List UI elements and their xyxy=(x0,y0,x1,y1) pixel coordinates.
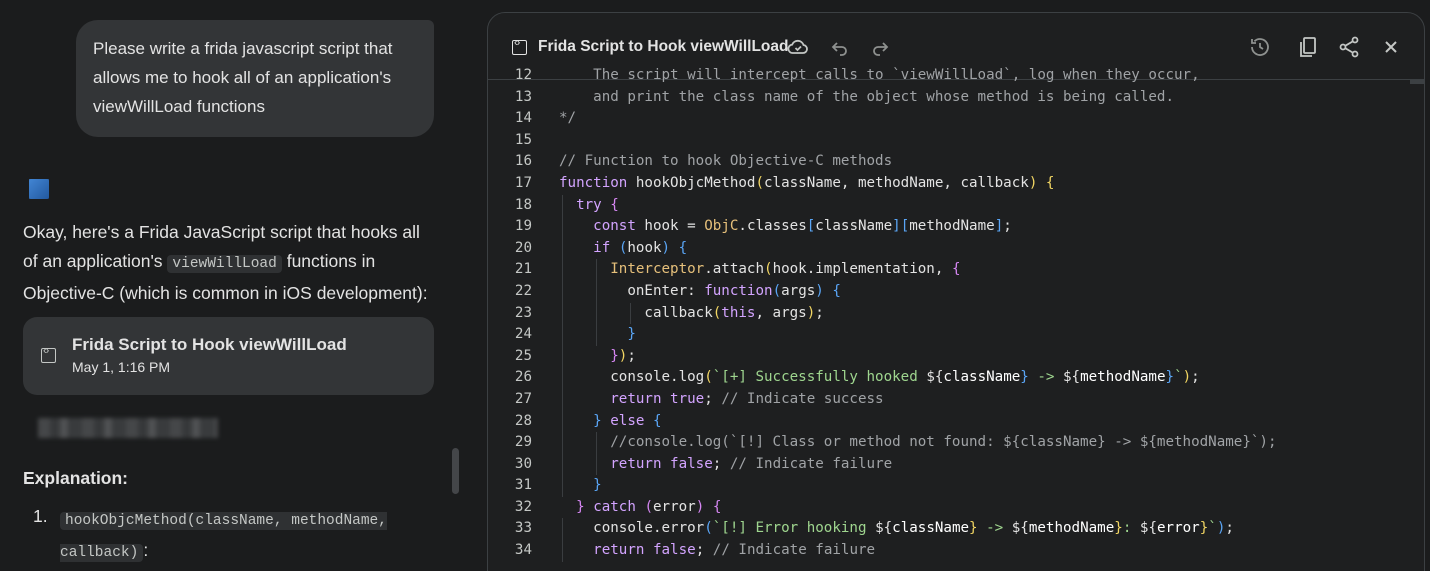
cloud-icon[interactable] xyxy=(786,35,810,59)
code-line: 30 return false; // Indicate failure xyxy=(488,453,1424,476)
line-number: 32 xyxy=(514,498,532,515)
code-line: 32 } catch (error) { xyxy=(488,497,1424,519)
code-line: 27 return true; // Indicate success xyxy=(488,388,1424,411)
user-message-bubble: Please write a frida javascript script t… xyxy=(76,20,434,137)
code-editor[interactable]: 12 The script will intercept calls to `v… xyxy=(488,65,1424,562)
copy-icon[interactable] xyxy=(1296,35,1320,59)
code-text: const hook = ObjC.classes[className][met… xyxy=(593,218,1012,235)
inline-code: hookObjcMethod(className, methodName, ca… xyxy=(60,512,387,562)
code-line: 19 const hook = ObjC.classes[className][… xyxy=(488,216,1424,238)
code-text: try { xyxy=(576,196,619,213)
code-text: Interceptor.attach(hook.implementation, … xyxy=(610,261,961,278)
line-number: 19 xyxy=(514,218,532,235)
assistant-avatar-icon xyxy=(29,179,49,199)
code-text: The script will intercept calls to `view… xyxy=(559,67,1200,83)
explanation-heading: Explanation: xyxy=(23,468,129,488)
code-text: //console.log(`[!] Class or method not f… xyxy=(559,434,1277,451)
code-text: and print the class name of the object w… xyxy=(559,88,1174,105)
line-number: 16 xyxy=(514,153,532,170)
line-number: 21 xyxy=(514,261,532,278)
code-text: } xyxy=(627,326,636,343)
code-line: 29 //console.log(`[!] Class or method no… xyxy=(488,432,1424,454)
code-text: } else { xyxy=(593,412,662,429)
line-number: 28 xyxy=(514,412,532,429)
line-number: 33 xyxy=(514,520,532,537)
line-number: 34 xyxy=(514,542,532,559)
code-line: 17 function hookObjcMethod(className, met… xyxy=(488,173,1424,195)
line-number: 12 xyxy=(514,67,532,83)
code-line: 25 }); xyxy=(488,345,1424,368)
line-number: 22 xyxy=(514,282,532,299)
undo-icon[interactable] xyxy=(828,35,852,59)
code-line: 15 xyxy=(488,130,1424,152)
code-line: 31 } xyxy=(488,475,1424,497)
line-number: 23 xyxy=(514,304,532,321)
code-line: 13 and print the class name of the objec… xyxy=(488,87,1424,109)
list-item-suffix: : xyxy=(143,540,149,560)
code-doc-icon xyxy=(512,37,527,55)
code-line: 24 } xyxy=(488,324,1424,346)
line-number: 13 xyxy=(514,88,532,105)
code-line: 26 console.log(`[+] Successfully hooked … xyxy=(488,367,1424,389)
code-line: 20 if (hook) { xyxy=(488,237,1424,260)
line-number: 24 xyxy=(514,326,532,343)
artifact-title: Frida Script to Hook viewWillLoad xyxy=(72,335,347,354)
redo-icon[interactable] xyxy=(868,35,892,59)
code-text: }); xyxy=(610,347,636,364)
code-text: callback(this, args); xyxy=(559,304,824,321)
code-text: return false; // Indicate failure xyxy=(593,542,876,559)
code-line: 18 try { xyxy=(488,194,1424,217)
line-number: 30 xyxy=(514,455,532,472)
line-number: 31 xyxy=(514,477,532,494)
code-text: return true; // Indicate success xyxy=(610,390,884,407)
close-icon[interactable] xyxy=(1379,35,1403,59)
code-line: 33 console.error(`[!] Error hooking ${cl… xyxy=(488,518,1424,541)
code-text: onEnter: function(args) { xyxy=(559,282,841,299)
history-icon[interactable] xyxy=(1248,35,1272,59)
line-number: 20 xyxy=(514,239,532,256)
chat-column: Please write a frida javascript script t… xyxy=(0,0,470,571)
line-number: 14 xyxy=(514,110,532,127)
code-text: console.log(`[+] Successfully hooked ${c… xyxy=(559,369,1200,386)
code-doc-icon xyxy=(41,345,56,363)
code-line: 16 // Function to hook Objective-C method… xyxy=(488,151,1424,173)
line-number: 25 xyxy=(514,347,532,364)
inline-code: viewWillLoad xyxy=(167,255,282,273)
code-text: // Function to hook Objective-C methods xyxy=(559,153,893,170)
code-text: function hookObjcMethod(className, metho… xyxy=(559,174,1055,191)
code-text: if (hook) { xyxy=(593,239,688,256)
line-number: 29 xyxy=(514,434,532,451)
code-line: 34 return false; // Indicate failure xyxy=(488,540,1424,562)
code-text: */ xyxy=(559,110,577,127)
code-line: 21 Interceptor.attach(hook.implementatio… xyxy=(488,259,1424,281)
code-line: 22 onEnter: function(args) { xyxy=(488,280,1424,303)
code-line: 14 */ xyxy=(488,108,1424,130)
code-line: 28 } else { xyxy=(488,410,1424,433)
chat-scrollbar[interactable] xyxy=(452,448,459,494)
assistant-intro-text: Okay, here's a Frida JavaScript script t… xyxy=(23,218,438,308)
line-number: 26 xyxy=(514,369,532,386)
list-item: hookObjcMethod(className, methodName, ca… xyxy=(60,504,410,568)
line-number: 18 xyxy=(514,196,532,213)
code-line: 12 The script will intercept calls to `v… xyxy=(488,65,1424,87)
line-number: 15 xyxy=(514,131,532,148)
artifact-date: May 1, 1:16 PM xyxy=(72,359,171,375)
list-item-number: 1. xyxy=(33,506,48,526)
code-text: return false; // Indicate failure xyxy=(610,455,893,472)
blurred-redacted-text xyxy=(38,418,218,438)
line-number: 17 xyxy=(514,174,532,191)
share-icon[interactable] xyxy=(1337,35,1361,59)
code-text: console.error(`[!] Error hooking ${class… xyxy=(559,520,1234,537)
code-line: 23 callback(this, args); xyxy=(488,302,1424,325)
code-text: } xyxy=(593,477,602,494)
canvas-title: Frida Script to Hook viewWillLoad xyxy=(538,38,789,55)
line-number: 27 xyxy=(514,390,532,407)
artifact-card[interactable]: Frida Script to Hook viewWillLoad May 1,… xyxy=(23,317,434,395)
code-text: } catch (error) { xyxy=(576,498,722,515)
code-canvas-panel: Frida Script to Hook viewWillLoad 12 The… xyxy=(487,12,1425,571)
